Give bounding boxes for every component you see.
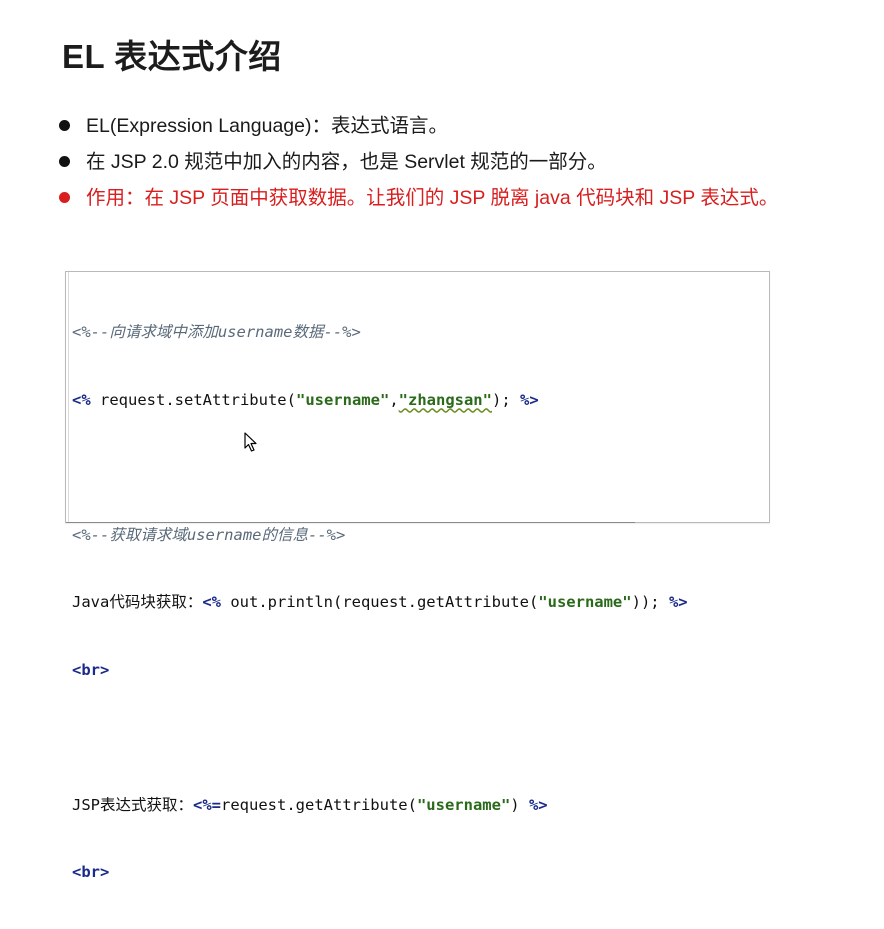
expression-close-tag: %>	[528, 795, 548, 814]
scriptlet-close-tag: %>	[519, 390, 539, 409]
code-string: "username"	[295, 390, 390, 409]
code-text: request.setAttribute(	[90, 390, 296, 409]
code-line-5: Java代码块获取：<% out.println(request.getAttr…	[72, 591, 688, 614]
scriptlet-close-tag: %>	[668, 593, 688, 611]
expression-open-tag: <%=	[193, 795, 221, 814]
br-tag: <br>	[72, 660, 110, 679]
code-snippet-box: <%--向请求域中添加username数据--%> <% request.set…	[65, 271, 770, 881]
code-text: out.println(request.getAttribute(	[221, 593, 539, 611]
code-text: ));	[631, 593, 669, 611]
code-line-4: <%--获取请求域username的信息--%>	[72, 524, 688, 547]
scriptlet-open-tag: <%	[202, 593, 221, 611]
code-comment: <%--获取请求域username的信息--%>	[72, 525, 346, 544]
code-line-8: JSP表达式获取：<%=request.getAttribute("userna…	[72, 794, 688, 817]
code-string: "username"	[416, 795, 511, 814]
code-line-2: <% request.setAttribute("username","zhan…	[72, 389, 688, 412]
code-text: )	[510, 795, 529, 814]
code-line-6: <br>	[72, 659, 688, 682]
code-line-1: <%--向请求域中添加username数据--%>	[72, 321, 688, 344]
code-string: "zhangsan"	[398, 390, 492, 409]
bullet-dot-icon	[59, 192, 70, 203]
code-block: <%--向请求域中添加username数据--%> <% request.set…	[72, 276, 688, 929]
scriptlet-open-tag: <%	[72, 390, 91, 409]
bullet-text: EL(Expression Language)：表达式语言。	[86, 115, 448, 137]
bullet-dot-icon	[59, 120, 70, 131]
bullet-text: 作用：在 JSP 页面中获取数据。让我们的 JSP 脱离 java 代码块和 J…	[86, 187, 779, 209]
br-tag: <br>	[72, 863, 110, 881]
code-label: JSP表达式获取：	[72, 795, 193, 814]
bullet-text: 在 JSP 2.0 规范中加入的内容，也是 Servlet 规范的一部分。	[86, 151, 607, 173]
code-label: Java代码块获取：	[72, 593, 203, 611]
code-text: );	[491, 390, 520, 409]
bullet-item-origin: 在 JSP 2.0 规范中加入的内容，也是 Servlet 规范的一部分。	[58, 144, 778, 180]
bullet-item-definition: EL(Expression Language)：表达式语言。	[58, 108, 778, 144]
code-comment: <%--向请求域中添加username数据--%>	[72, 323, 361, 341]
bullet-item-purpose: 作用：在 JSP 页面中获取数据。让我们的 JSP 脱离 java 代码块和 J…	[58, 180, 778, 216]
code-text: request.getAttribute(	[221, 795, 417, 814]
bullet-list: EL(Expression Language)：表达式语言。 在 JSP 2.0…	[58, 108, 778, 216]
code-text: ,	[389, 390, 399, 409]
bullet-dot-icon	[59, 156, 70, 167]
code-string: "username"	[538, 593, 632, 611]
slide-title: EL 表达式介绍	[62, 38, 282, 75]
code-line-9: <br>	[72, 861, 688, 884]
mouse-pointer-icon	[244, 432, 257, 452]
